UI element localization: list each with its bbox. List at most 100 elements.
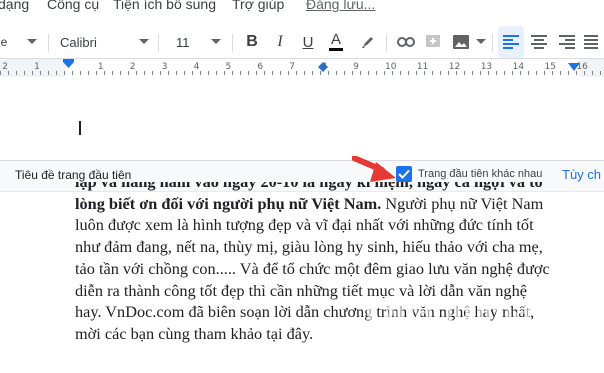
toolbar-divider: [158, 34, 159, 52]
text-cursor: [79, 121, 81, 135]
ruler-tick: [568, 71, 569, 75]
ruler-tick: [32, 71, 33, 75]
watermark-logo: uantrimang: [365, 292, 571, 331]
align-left-icon: [503, 35, 519, 49]
text-color-button[interactable]: A: [324, 26, 348, 58]
watermark-q-icon: [366, 297, 395, 326]
ruler-tick: [464, 71, 465, 75]
ruler-number: 5: [225, 62, 232, 72]
font-family-value: Calibri: [60, 34, 97, 50]
underline-icon: U: [302, 33, 314, 51]
ruler-tick: [304, 71, 305, 75]
ruler-tick: [280, 71, 281, 75]
ruler-tick: [176, 71, 177, 75]
ruler-tick: [520, 71, 521, 75]
ruler-tick: [24, 71, 25, 75]
last-edit-link[interactable]: Đăng lưu...: [306, 0, 375, 12]
align-center-icon: [531, 35, 547, 49]
ruler-number: 15: [544, 62, 556, 72]
align-right-button[interactable]: [554, 26, 580, 58]
font-size-value: 11: [176, 34, 190, 50]
ruler-tick: [352, 71, 353, 75]
ruler-tick: [88, 71, 89, 75]
ruler-tick: [488, 71, 489, 75]
toolbar-divider: [48, 34, 49, 52]
insert-image-button[interactable]: [448, 26, 474, 58]
ruler-number: 1: [34, 62, 40, 72]
ruler-tick: [136, 71, 137, 75]
ruler-tick: [416, 71, 417, 75]
menu-format[interactable]: dạng: [0, 0, 29, 12]
style-text-partial[interactable]: e: [0, 26, 8, 58]
first-line-indent-marker[interactable]: [63, 59, 75, 69]
highlight-button[interactable]: [356, 26, 380, 58]
ruler-tick: [424, 71, 425, 75]
ruler-number: 14: [512, 62, 525, 72]
menu-tools[interactable]: Công cụ: [47, 0, 99, 12]
ruler-tick: [152, 71, 153, 75]
ruler-number: 6: [257, 62, 264, 72]
ruler-tick: [328, 71, 329, 75]
align-right-icon: [559, 35, 575, 49]
ruler-number: 16: [576, 62, 588, 72]
watermark-text: uantrimang: [395, 292, 571, 330]
bold-button[interactable]: B: [240, 26, 264, 58]
ruler-number: 11: [416, 62, 429, 72]
ruler-tick: [96, 71, 97, 75]
ruler-tick: [80, 71, 81, 75]
doc-line: như đảm đang, nết na, thùy mị, giàu lòng…: [75, 237, 543, 257]
italic-button[interactable]: I: [268, 26, 292, 58]
align-justify-icon: [584, 35, 598, 49]
underline-button[interactable]: U: [296, 26, 320, 58]
ruler-tick: [0, 71, 1, 75]
ruler-tick: [288, 71, 289, 75]
text-color-bar: [329, 48, 343, 51]
ruler-tick: [312, 71, 313, 75]
ruler-tick: [432, 71, 433, 75]
font-family-select[interactable]: Calibri: [60, 26, 140, 58]
menu-addons[interactable]: Tiện ích bổ sung: [113, 0, 216, 12]
ruler-tick: [544, 71, 545, 75]
ruler-tick: [256, 71, 257, 75]
ruler-tick: [8, 71, 9, 75]
add-comment-button[interactable]: [422, 26, 444, 58]
chevron-down-icon[interactable]: [136, 26, 152, 58]
insert-link-button[interactable]: [394, 26, 418, 58]
ruler-number: 13: [480, 62, 493, 72]
ruler-number: 10: [385, 62, 397, 72]
ruler-tick: [600, 71, 601, 75]
menu-bar: dạng Công cụ Tiện ích bổ sung Trợ giúp Đ…: [0, 0, 604, 20]
ruler[interactable]: 2 1 1 2 3 4 5 6 7 8 9 10 11 12 13 14 15 16: [0, 58, 604, 78]
ruler-number: 7: [289, 62, 296, 72]
ruler-tick: [144, 71, 145, 75]
ruler-number: 3: [161, 62, 168, 72]
ruler-tick: [296, 71, 297, 75]
chevron-down-icon[interactable]: [24, 26, 40, 58]
ruler-tick: [160, 71, 161, 75]
ruler-tick: [128, 71, 129, 75]
add-comment-icon: [426, 35, 440, 47]
ruler-tick: [320, 71, 321, 75]
page-header-area[interactable]: [0, 77, 604, 159]
ruler-tick: [200, 71, 201, 75]
ruler-tick: [48, 71, 49, 75]
doc-text: Người phụ nữ Việt Nam: [381, 193, 544, 213]
toolbar-divider: [232, 34, 233, 52]
align-left-button[interactable]: [498, 26, 524, 58]
ruler-tick: [112, 71, 113, 75]
ruler-tick: [336, 71, 337, 75]
align-justify-button[interactable]: [584, 26, 604, 58]
toolbar: e Calibri 11 B I U A: [0, 26, 604, 58]
chevron-down-icon[interactable]: [474, 26, 488, 58]
ruler-tick: [536, 71, 537, 75]
ruler-tick: [248, 71, 249, 75]
menu-help[interactable]: Trợ giúp: [232, 0, 284, 12]
ruler-number: 9: [353, 62, 359, 72]
doc-line: luôn được xem là hình tượng đẹp và vĩ đạ…: [75, 215, 534, 235]
ruler-tick: [72, 71, 73, 75]
ruler-tick: [64, 71, 65, 75]
toolbar-divider: [386, 34, 387, 52]
align-center-button[interactable]: [526, 26, 552, 58]
ruler-tick: [40, 71, 41, 75]
chevron-down-icon[interactable]: [208, 26, 224, 58]
